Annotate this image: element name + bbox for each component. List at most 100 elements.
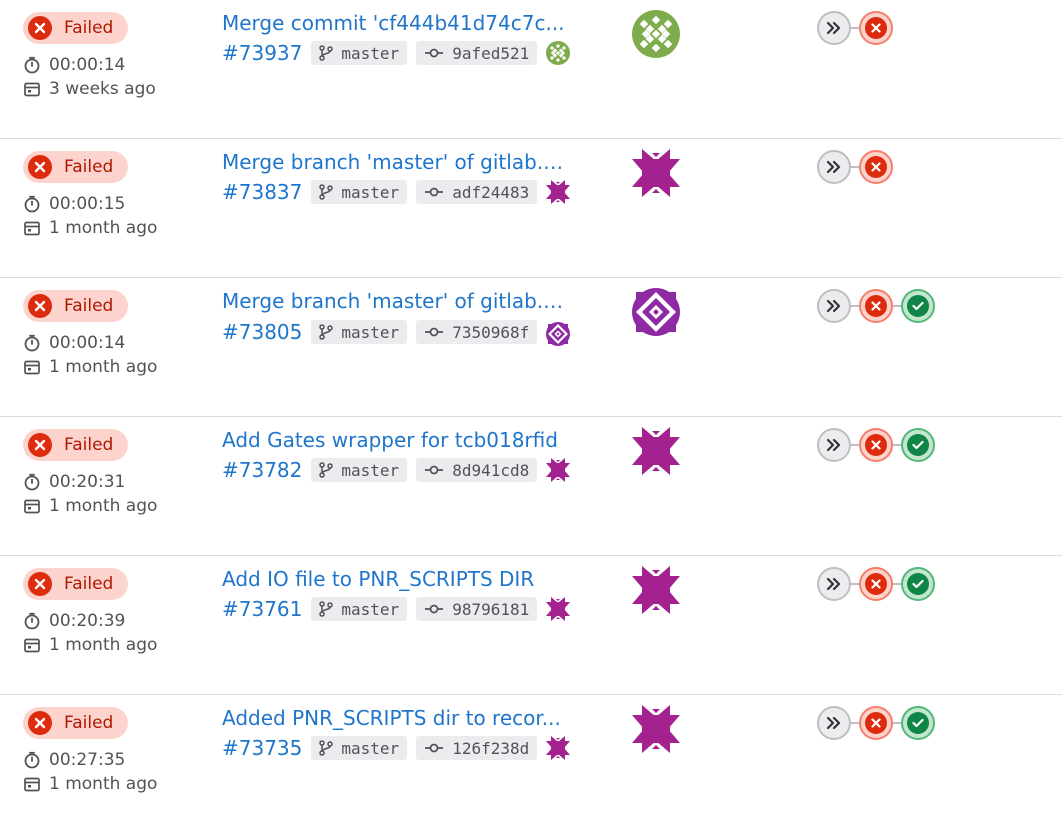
branch-name: master	[341, 599, 400, 619]
stage-connector	[893, 722, 901, 724]
timer-icon	[24, 612, 40, 630]
stage-failed-icon[interactable]	[859, 706, 893, 740]
stage-failed-icon[interactable]	[859, 289, 893, 323]
calendar-icon	[24, 499, 40, 514]
stage-connector	[851, 444, 859, 446]
stage-skipped-icon[interactable]	[817, 150, 851, 184]
branch-ref[interactable]: master	[311, 180, 408, 204]
branch-ref[interactable]: master	[311, 597, 408, 621]
status-badge[interactable]: Failed	[23, 429, 129, 461]
pipelines-list: Failed 00:00:14 3 weeks ago Merge commit…	[0, 0, 1062, 833]
status-label: Failed	[64, 435, 114, 455]
commit-sha[interactable]: adf24483	[416, 180, 538, 204]
pipeline-id-link[interactable]: #73805	[222, 319, 302, 345]
commit-sha[interactable]: 8d941cd8	[416, 458, 538, 482]
failed-icon	[28, 711, 52, 735]
author-avatar[interactable]	[632, 10, 680, 58]
stage-connector	[851, 722, 859, 724]
branch-ref[interactable]: master	[311, 320, 408, 344]
pipeline-id-link[interactable]: #73761	[222, 596, 302, 622]
pipeline-stages	[817, 428, 935, 462]
commit-sha[interactable]: 7350968f	[416, 320, 538, 344]
commit-column: Added PNR_SCRIPTS dir to recor... #73735…	[222, 705, 574, 761]
commit-sha[interactable]: 98796181	[416, 597, 538, 621]
stage-skipped-icon[interactable]	[817, 289, 851, 323]
sha-text: 126f238d	[452, 738, 530, 758]
stage-failed-icon[interactable]	[859, 150, 893, 184]
pipeline-row: Failed 00:00:14 1 month ago Merge branch…	[0, 278, 1062, 417]
failed-icon	[28, 433, 52, 457]
stage-passed-icon[interactable]	[901, 706, 935, 740]
status-badge[interactable]: Failed	[23, 290, 129, 322]
finished-text: 3 weeks ago	[49, 79, 156, 99]
author-mini-avatar[interactable]	[546, 322, 571, 346]
refs: #73782 master 8d941cd8	[222, 457, 574, 483]
author-avatar[interactable]	[632, 427, 680, 475]
refs: #73735 master 126f238d	[222, 735, 574, 761]
author-mini-avatar[interactable]	[546, 597, 571, 621]
commit-title-link[interactable]: Merge branch 'master' of gitlab.a...	[222, 149, 572, 175]
stage-skipped-icon[interactable]	[817, 428, 851, 462]
author-mini-avatar[interactable]	[546, 41, 571, 65]
stage-passed-icon[interactable]	[901, 567, 935, 601]
sha-text: 9afed521	[452, 43, 530, 63]
commit-title-link[interactable]: Merge commit 'cf444b41d74c7c...	[222, 10, 572, 36]
pipeline-id-link[interactable]: #73735	[222, 735, 302, 761]
stage-failed-icon[interactable]	[859, 11, 893, 45]
stage-skipped-icon[interactable]	[817, 706, 851, 740]
duration: 00:27:35	[23, 750, 157, 770]
timer-icon	[24, 56, 40, 74]
status-label: Failed	[64, 296, 114, 316]
author-mini-avatar[interactable]	[546, 180, 571, 204]
branch-ref[interactable]: master	[311, 41, 408, 65]
commit-title-link[interactable]: Add IO file to PNR_SCRIPTS DIR	[222, 566, 572, 592]
author-avatar[interactable]	[632, 149, 680, 197]
status-badge[interactable]: Failed	[23, 151, 129, 183]
status-column: Failed 00:20:31 1 month ago	[23, 429, 157, 516]
duration: 00:20:39	[23, 611, 157, 631]
stage-connector	[893, 305, 901, 307]
commit-sha[interactable]: 9afed521	[416, 41, 538, 65]
author-avatar[interactable]	[632, 288, 680, 336]
commit-title-link[interactable]: Add Gates wrapper for tcb018rfid	[222, 427, 572, 453]
branch-ref[interactable]: master	[311, 458, 408, 482]
pipeline-row: Failed 00:00:14 3 weeks ago Merge commit…	[0, 0, 1062, 139]
commit-title-link[interactable]: Added PNR_SCRIPTS dir to recor...	[222, 705, 572, 731]
status-column: Failed 00:20:39 1 month ago	[23, 568, 157, 655]
finished-at: 1 month ago	[23, 774, 157, 794]
commit-sha[interactable]: 126f238d	[416, 736, 538, 760]
status-badge[interactable]: Failed	[23, 12, 129, 44]
duration-text: 00:00:14	[49, 333, 126, 353]
stage-passed-icon[interactable]	[901, 289, 935, 323]
pipeline-stages	[817, 150, 893, 184]
author-avatar[interactable]	[632, 705, 680, 753]
finished-at: 3 weeks ago	[23, 79, 156, 99]
stage-passed-icon[interactable]	[901, 428, 935, 462]
stage-failed-icon[interactable]	[859, 567, 893, 601]
sha-text: adf24483	[452, 182, 530, 202]
commit-column: Merge branch 'master' of gitlab.a... #73…	[222, 288, 574, 346]
commit-icon	[425, 327, 444, 337]
status-badge[interactable]: Failed	[23, 707, 129, 739]
author-mini-avatar[interactable]	[546, 458, 571, 482]
pipeline-id-link[interactable]: #73782	[222, 457, 302, 483]
stage-skipped-icon[interactable]	[817, 567, 851, 601]
commit-icon	[425, 465, 444, 475]
status-label: Failed	[64, 574, 114, 594]
stage-failed-icon[interactable]	[859, 428, 893, 462]
branch-ref[interactable]: master	[311, 736, 408, 760]
author-mini-avatar[interactable]	[546, 736, 571, 760]
pipeline-id-link[interactable]: #73837	[222, 179, 302, 205]
refs: #73837 master adf24483	[222, 179, 574, 205]
commit-column: Add IO file to PNR_SCRIPTS DIR #73761 ma…	[222, 566, 574, 622]
stage-connector	[851, 305, 859, 307]
commit-title-link[interactable]: Merge branch 'master' of gitlab.a...	[222, 288, 572, 314]
pipeline-id-link[interactable]: #73937	[222, 40, 302, 66]
refs: #73937 master 9afed521	[222, 40, 574, 66]
status-badge[interactable]: Failed	[23, 568, 129, 600]
finished-at: 1 month ago	[23, 635, 157, 655]
author-avatar[interactable]	[632, 566, 680, 614]
refs: #73805 master 7350968f	[222, 318, 574, 346]
stage-skipped-icon[interactable]	[817, 11, 851, 45]
branch-icon	[319, 324, 334, 340]
